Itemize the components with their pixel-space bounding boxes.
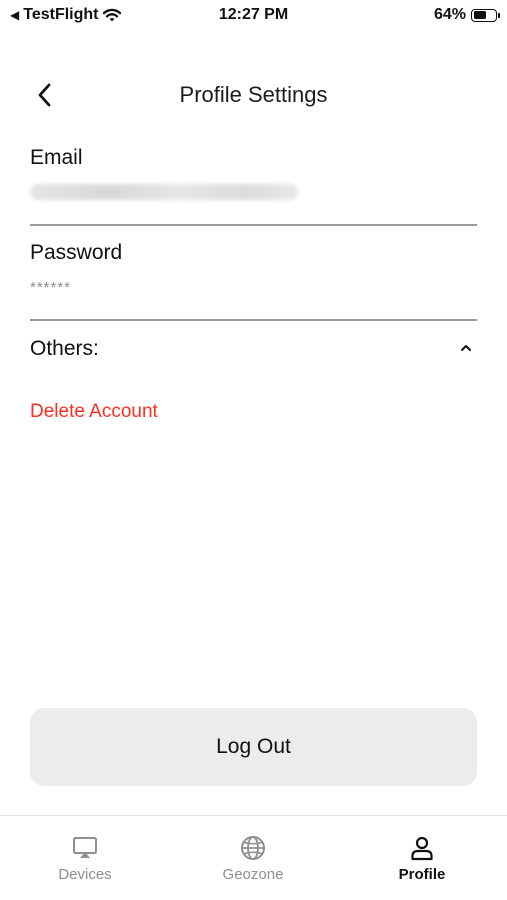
password-divider xyxy=(30,319,477,321)
password-field[interactable]: Password ****** xyxy=(30,241,477,301)
email-divider xyxy=(30,224,477,226)
logout-button[interactable]: Log Out xyxy=(30,708,477,786)
battery-tip xyxy=(498,13,500,18)
email-value[interactable] xyxy=(30,184,477,206)
profile-settings-screen: ◀ TestFlight 12:27 PM 64% Profile Settin… xyxy=(0,0,507,900)
password-label: Password xyxy=(30,241,123,264)
others-label: Others: xyxy=(30,337,99,360)
chevron-up-icon xyxy=(461,345,471,351)
password-mask: ****** xyxy=(30,279,72,296)
page-title: Profile Settings xyxy=(179,82,328,107)
battery-status: 64% xyxy=(433,6,500,24)
battery-percent: 64% xyxy=(433,6,466,23)
tab-profile[interactable]: Profile xyxy=(362,834,482,883)
email-label: Email xyxy=(30,146,83,169)
status-time: 12:27 PM xyxy=(218,6,289,23)
logout-label: Log Out xyxy=(216,735,291,758)
globe-icon xyxy=(241,836,265,860)
tab-geozone-label: Geozone xyxy=(222,866,284,883)
person-icon xyxy=(411,836,433,861)
email-value-redacted xyxy=(30,184,298,200)
tab-geozone[interactable]: Geozone xyxy=(193,834,313,883)
tab-bar: Devices Geozone Profile xyxy=(0,815,507,900)
delete-account-button[interactable]: Delete Account xyxy=(30,401,158,423)
tab-devices-label: Devices xyxy=(58,866,112,883)
password-value[interactable]: ****** xyxy=(30,279,477,301)
airplay-icon xyxy=(73,837,97,858)
tab-devices[interactable]: Devices xyxy=(25,834,145,883)
tab-profile-label: Profile xyxy=(398,866,446,883)
email-field[interactable]: Email xyxy=(30,146,477,206)
others-section-toggle[interactable]: Others: xyxy=(30,337,477,367)
header: Profile Settings xyxy=(0,70,507,120)
battery-fill xyxy=(473,11,487,19)
status-bar: ◀ TestFlight 12:27 PM 64% xyxy=(0,0,507,32)
battery-icon xyxy=(471,8,500,22)
